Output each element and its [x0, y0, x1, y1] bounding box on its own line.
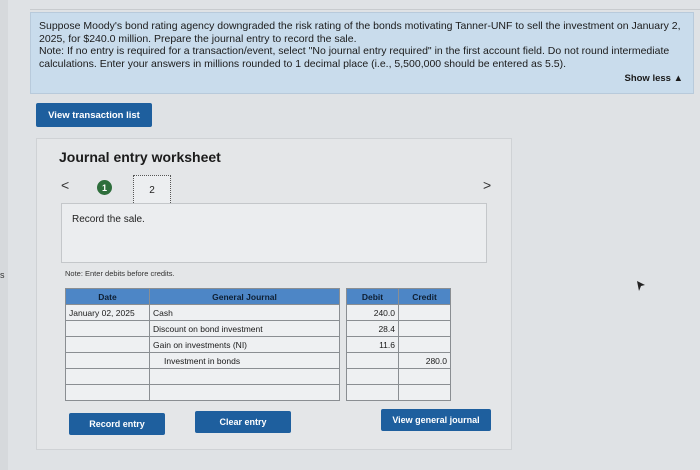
debit-cell[interactable] — [346, 352, 399, 369]
view-transaction-list-button[interactable]: View transaction list — [36, 103, 152, 127]
date-cell[interactable] — [65, 352, 150, 369]
header-debit: Debit — [346, 288, 399, 305]
edge-mark: s — [0, 270, 5, 280]
table-row — [65, 384, 451, 401]
journal-table: Date General Journal Debit Credit Januar… — [65, 288, 451, 401]
mouse-cursor-icon — [637, 281, 645, 291]
table-row — [65, 368, 451, 385]
column-gap — [340, 321, 347, 337]
debits-note: Note: Enter debits before credits. — [65, 269, 175, 278]
step-1-indicator[interactable]: 1 — [97, 180, 112, 195]
column-gap — [340, 337, 347, 353]
column-gap — [340, 289, 347, 305]
account-cell[interactable]: Discount on bond investment — [149, 320, 340, 337]
account-cell[interactable] — [149, 368, 340, 385]
header-general-journal: General Journal — [149, 288, 340, 305]
screen: Suppose Moody's bond rating agency downg… — [8, 0, 700, 470]
date-cell[interactable] — [65, 320, 150, 337]
date-cell[interactable] — [65, 368, 150, 385]
debit-cell[interactable] — [346, 384, 399, 401]
debit-cell[interactable]: 11.6 — [346, 336, 399, 353]
question-text: Suppose Moody's bond rating agency downg… — [39, 20, 681, 45]
worksheet-title: Journal entry worksheet — [59, 149, 221, 165]
show-less-toggle[interactable]: Show less ▲ — [624, 73, 683, 86]
column-gap — [340, 369, 347, 385]
view-general-journal-button[interactable]: View general journal — [381, 409, 491, 431]
step-2-indicator[interactable]: 2 — [133, 175, 171, 205]
credit-cell[interactable]: 280.0 — [398, 352, 451, 369]
date-cell[interactable] — [65, 384, 150, 401]
journal-header-row: Date General Journal Debit Credit — [65, 288, 451, 305]
prev-chevron-icon[interactable]: < — [61, 177, 69, 193]
table-row: January 02, 2025 Cash 240.0 — [65, 304, 451, 321]
next-chevron-icon[interactable]: > — [483, 177, 491, 193]
table-row: Gain on investments (NI) 11.6 — [65, 336, 451, 353]
debit-cell[interactable] — [346, 368, 399, 385]
account-cell[interactable]: Investment in bonds — [149, 352, 340, 369]
journal-entry-worksheet: Journal entry worksheet < 1 2 > Record t… — [36, 138, 512, 450]
credit-cell[interactable] — [398, 304, 451, 321]
column-gap — [340, 385, 347, 401]
question-note: Note: If no entry is required for a tran… — [39, 45, 670, 70]
column-gap — [340, 353, 347, 369]
question-box: Suppose Moody's bond rating agency downg… — [30, 12, 694, 94]
account-cell[interactable]: Gain on investments (NI) — [149, 336, 340, 353]
instruction-text: Record the sale. — [72, 214, 145, 225]
table-row: Investment in bonds 280.0 — [65, 352, 451, 369]
credit-cell[interactable] — [398, 336, 451, 353]
debit-cell[interactable]: 240.0 — [346, 304, 399, 321]
date-cell[interactable] — [65, 336, 150, 353]
top-strip — [30, 0, 700, 10]
account-cell[interactable]: Cash — [149, 304, 340, 321]
table-row: Discount on bond investment 28.4 — [65, 320, 451, 337]
instruction-box: Record the sale. — [61, 203, 487, 263]
date-cell[interactable]: January 02, 2025 — [65, 304, 150, 321]
credit-cell[interactable] — [398, 368, 451, 385]
header-date: Date — [65, 288, 150, 305]
credit-cell[interactable] — [398, 320, 451, 337]
record-entry-button[interactable]: Record entry — [69, 413, 165, 435]
account-cell[interactable] — [149, 384, 340, 401]
clear-entry-button[interactable]: Clear entry — [195, 411, 291, 433]
credit-cell[interactable] — [398, 384, 451, 401]
header-credit: Credit — [398, 288, 451, 305]
column-gap — [340, 305, 347, 321]
debit-cell[interactable]: 28.4 — [346, 320, 399, 337]
